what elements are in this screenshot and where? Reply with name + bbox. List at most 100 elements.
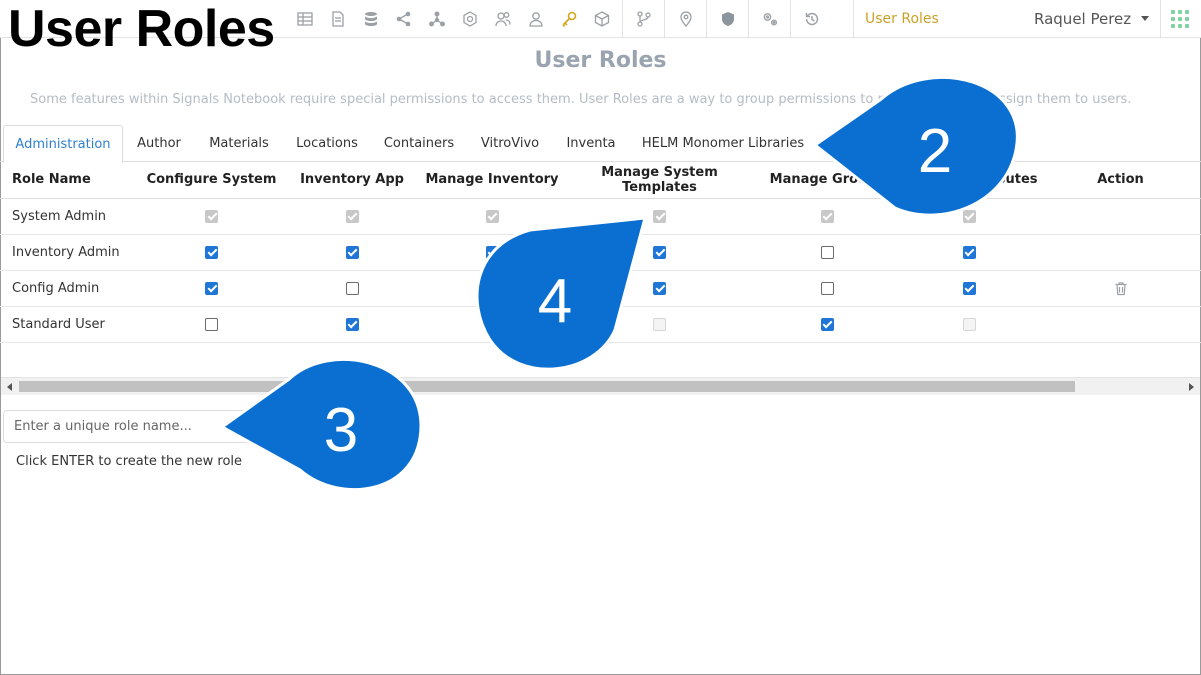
scroll-right-icon[interactable]: [1189, 383, 1194, 391]
permission-cell: [421, 306, 563, 343]
network-icon[interactable]: [420, 0, 453, 38]
tab-administration[interactable]: Administration: [3, 125, 123, 163]
gears-icon[interactable]: [753, 0, 786, 38]
toolbar-separator: [853, 0, 854, 38]
share-icon[interactable]: [387, 0, 420, 38]
role-name-cell: Standard User: [0, 306, 140, 343]
toolbar-separator: [622, 0, 623, 38]
permission-cell: [563, 306, 756, 343]
tab-locations[interactable]: Locations: [288, 125, 366, 162]
permission-checkbox[interactable]: [345, 245, 359, 259]
permission-checkbox[interactable]: [962, 245, 976, 259]
new-role-hint: Click ENTER to create the new role: [16, 454, 243, 469]
horizontal-scrollbar[interactable]: [1, 377, 1200, 395]
permission-cell: [283, 306, 421, 343]
permission-cell: [421, 234, 563, 271]
location-pin-icon[interactable]: [669, 0, 702, 38]
permission-cell: [756, 198, 898, 235]
permission-checkbox[interactable]: [345, 281, 359, 295]
user-icon[interactable]: [519, 0, 552, 38]
role-name-cell: Config Admin: [0, 270, 140, 307]
column-header[interactable]: Inventory App: [283, 162, 421, 199]
permission-cell: [756, 306, 898, 343]
permission-cell: [563, 234, 756, 271]
permission-cell: [563, 198, 756, 235]
permission-checkbox: [653, 209, 666, 223]
action-cell: [1040, 270, 1201, 307]
column-header[interactable]: Role Name: [0, 162, 140, 199]
table-row: System Admin: [0, 198, 1201, 235]
app-grid-icon[interactable]: [1171, 10, 1189, 28]
box-icon[interactable]: [585, 0, 618, 38]
permission-checkbox[interactable]: [820, 281, 834, 295]
permission-cell: [421, 198, 563, 235]
key-icon[interactable]: [552, 0, 585, 38]
permission-cell: [898, 234, 1040, 271]
permission-checkbox: [485, 317, 499, 331]
permission-checkbox[interactable]: [820, 317, 834, 331]
permission-checkbox[interactable]: [485, 245, 499, 259]
table-row: Inventory Admin: [0, 234, 1201, 271]
action-cell: [1040, 306, 1201, 343]
permission-checkbox[interactable]: [205, 245, 218, 259]
shield-icon[interactable]: [711, 0, 744, 38]
permission-checkbox: [485, 209, 499, 223]
chevron-down-icon[interactable]: [1141, 16, 1149, 21]
permission-cell: [140, 234, 283, 271]
active-section-label[interactable]: User Roles: [865, 11, 939, 27]
tab-materials[interactable]: Materials: [200, 125, 278, 162]
action-cell: [1040, 234, 1201, 271]
user-menu[interactable]: Raquel Perez: [1034, 10, 1131, 28]
tab-containers[interactable]: Containers: [376, 125, 462, 162]
tab-inventa[interactable]: Inventa: [558, 125, 624, 162]
column-header[interactable]: Manage Attributes: [898, 162, 1040, 199]
column-header: Action: [1040, 162, 1201, 199]
permission-checkbox: [820, 209, 834, 223]
column-header[interactable]: Manage System Templates: [563, 162, 756, 199]
permission-checkbox: [653, 317, 666, 331]
molecule-icon[interactable]: [453, 0, 486, 38]
scroll-left-icon[interactable]: [7, 383, 12, 391]
page-title: User Roles: [534, 48, 667, 73]
permission-checkbox[interactable]: [345, 317, 359, 331]
toolbar-separator: [1160, 0, 1161, 38]
table-icon[interactable]: [288, 0, 321, 38]
tab-helm-monomer-libraries[interactable]: HELM Monomer Libraries: [634, 125, 812, 162]
column-header[interactable]: Manage Inventory: [421, 162, 563, 199]
permission-checkbox: [962, 317, 976, 331]
permission-checkbox: [345, 209, 359, 223]
permission-checkbox[interactable]: [653, 281, 666, 295]
tab-vitrovivo[interactable]: VitroVivo: [472, 125, 548, 162]
permission-checkbox[interactable]: [485, 281, 499, 295]
permission-cell: [140, 270, 283, 307]
column-header[interactable]: Configure System: [140, 162, 283, 199]
table-header-row: Role Name Configure System Inventory App…: [0, 162, 1201, 199]
database-icon[interactable]: [354, 0, 387, 38]
history-icon[interactable]: [795, 0, 828, 38]
permission-cell: [898, 306, 1040, 343]
document-icon[interactable]: [321, 0, 354, 38]
toolbar-icons: [288, 0, 828, 38]
role-name-cell: System Admin: [0, 198, 140, 235]
trash-icon[interactable]: [1114, 281, 1128, 296]
git-branch-icon[interactable]: [627, 0, 660, 38]
users-icon[interactable]: [486, 0, 519, 38]
scrollbar-thumb[interactable]: [19, 381, 1075, 392]
permission-cell: [756, 234, 898, 271]
permission-checkbox[interactable]: [205, 317, 218, 331]
column-header[interactable]: Manage Groups: [756, 162, 898, 199]
table-row: Config Admin: [0, 270, 1201, 307]
permission-checkbox[interactable]: [962, 281, 976, 295]
new-role-name-input[interactable]: [3, 410, 263, 443]
permission-checkbox[interactable]: [205, 281, 218, 295]
permission-tabs: Administration Author Materials Location…: [0, 125, 1201, 163]
table-row: Standard User: [0, 306, 1201, 343]
permission-checkbox[interactable]: [653, 245, 666, 259]
permission-checkbox[interactable]: [820, 245, 834, 259]
permission-cell: [898, 198, 1040, 235]
permission-cell: [283, 270, 421, 307]
permission-cell: [898, 270, 1040, 307]
permission-cell: [756, 270, 898, 307]
tab-author[interactable]: Author: [128, 125, 190, 162]
table-spacer-row: [0, 342, 1201, 377]
